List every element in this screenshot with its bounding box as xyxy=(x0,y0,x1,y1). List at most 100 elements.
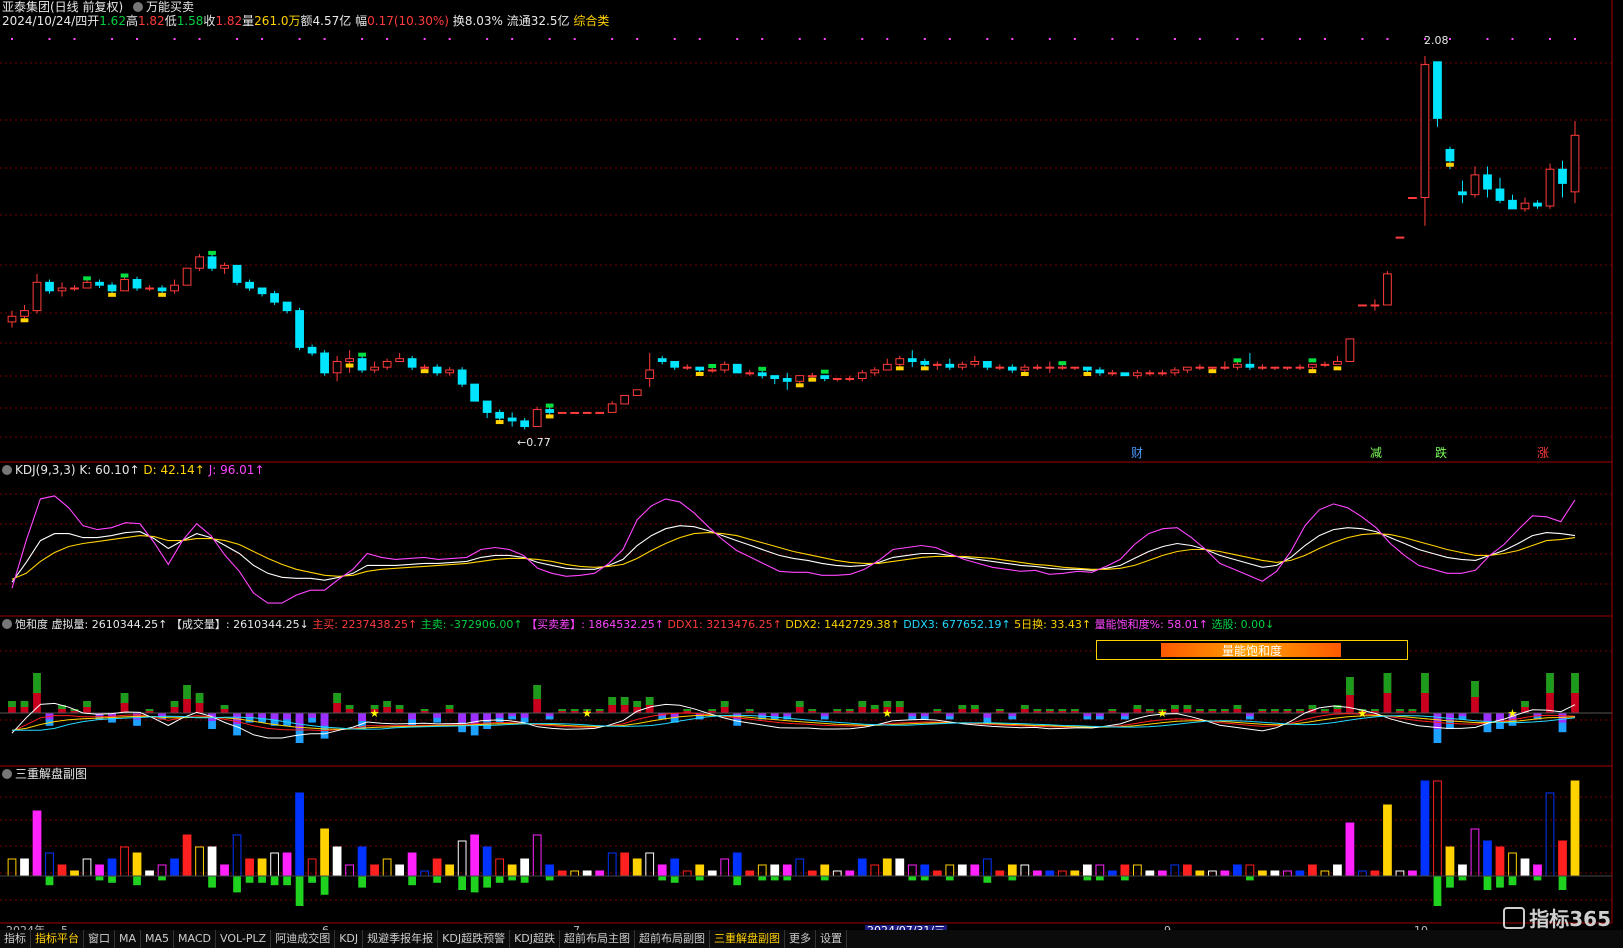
tab-window[interactable]: 窗口 xyxy=(84,930,115,948)
volume-value: 261.0万 xyxy=(254,14,301,28)
kdj-d-value: D: 42.14↑ xyxy=(143,463,205,477)
sat-bar-up-top xyxy=(1020,705,1029,709)
indicator-name[interactable]: 万能买卖 xyxy=(146,0,194,14)
candle-body xyxy=(1182,366,1192,371)
sat-bar-up-top xyxy=(33,673,41,693)
sat-bar-up-top xyxy=(1183,705,1192,709)
sat-bar-down-purple xyxy=(283,713,291,720)
candle-body xyxy=(520,420,530,428)
triple-bar-down xyxy=(820,876,829,881)
tab-indicator[interactable]: 指标 xyxy=(0,930,31,948)
tab-ma5[interactable]: MA5 xyxy=(141,930,175,948)
candle-body xyxy=(220,264,229,269)
triple-bar xyxy=(1570,780,1580,877)
tab-avoid-report[interactable]: 规避季报年报 xyxy=(363,930,439,948)
energy-gauge: 量能饱和度 xyxy=(1096,640,1408,660)
signal-chip-green xyxy=(83,276,91,281)
saturation-toggle-icon[interactable] xyxy=(2,619,12,629)
signal-chip-yellow xyxy=(1308,369,1317,374)
candle-body xyxy=(1545,168,1555,207)
triple-bar-down xyxy=(470,876,479,893)
triple-bar xyxy=(1320,870,1330,877)
tab-advance-main[interactable]: 超前布局主图 xyxy=(560,930,636,948)
triple-title: 三重解盘副图 xyxy=(15,767,88,781)
candle-body xyxy=(470,383,480,402)
triple-bar xyxy=(57,864,67,877)
sat-bar-up-top xyxy=(1221,709,1229,711)
top-dot-marker xyxy=(1173,38,1176,40)
triple-bar xyxy=(370,864,379,877)
tab-vol-plz[interactable]: VOL-PLZ xyxy=(216,930,272,948)
signal-chip-yellow xyxy=(808,377,817,382)
top-dot-marker xyxy=(1386,38,1389,40)
tab-kdj[interactable]: KDJ xyxy=(335,930,364,948)
candle-body xyxy=(57,287,67,292)
tab-more[interactable]: 更多 xyxy=(785,930,817,948)
triple-bar-down xyxy=(408,876,417,886)
top-dot-marker xyxy=(323,38,326,40)
triple-bar-down xyxy=(258,876,266,883)
top-dot-marker xyxy=(1111,38,1114,40)
tab-kdj-oversold[interactable]: KDJ超跌 xyxy=(510,930,561,948)
saturation-title-row: 饱和度 虚拟量: 2610344.25↑ 【成交量】: 2610344.25↓ … xyxy=(2,618,1274,632)
sat-bar-down-purple xyxy=(308,713,316,718)
candle-body xyxy=(1208,366,1217,369)
triple-bar-down xyxy=(545,876,554,881)
candle-body xyxy=(1508,199,1517,210)
tab-macd[interactable]: MACD xyxy=(174,930,217,948)
top-dot-marker xyxy=(823,38,826,40)
kdj-toggle-icon[interactable] xyxy=(2,465,12,475)
tab-advance-sub[interactable]: 超前布局副图 xyxy=(635,930,711,948)
triple-toggle-icon[interactable] xyxy=(2,769,12,779)
triple-bar xyxy=(382,858,392,877)
candle-body xyxy=(432,366,442,374)
triple-bar xyxy=(882,858,892,877)
candle-body xyxy=(20,310,29,317)
sat-bar-up-top xyxy=(1321,709,1329,711)
signal-chip-yellow xyxy=(920,366,929,371)
indicator-toggle-icon[interactable] xyxy=(133,2,144,12)
sat-bar-up-top xyxy=(1196,709,1204,711)
candle-body xyxy=(420,366,430,369)
tab-adi-volume[interactable]: 阿迪成交图 xyxy=(271,930,336,948)
top-dot-marker xyxy=(111,38,114,40)
triple-bar xyxy=(857,858,867,877)
signal-chip-green xyxy=(1233,358,1242,363)
tab-indicator-platform[interactable]: 指标平台 xyxy=(31,930,84,948)
triple-bar xyxy=(720,858,730,877)
sat-bar-up-top xyxy=(1145,709,1154,711)
amount-value: 4.57亿 xyxy=(312,14,352,28)
turnover-label: 换 xyxy=(452,14,465,28)
tab-triple-sub[interactable]: 三重解盘副图 xyxy=(710,930,786,948)
candle-body xyxy=(1157,372,1167,375)
triple-bar xyxy=(70,870,79,877)
triple-bar xyxy=(607,852,617,877)
candle-body xyxy=(932,363,942,366)
triple-bar xyxy=(1020,864,1030,877)
triple-bar xyxy=(395,864,405,877)
tab-settings[interactable]: 设置 xyxy=(816,930,848,948)
tab-kdj-warning[interactable]: KDJ超跌预警 xyxy=(438,930,511,948)
sat-bar-up-top xyxy=(1058,709,1067,711)
sat-bar-up-top xyxy=(808,709,817,711)
candle-body xyxy=(1495,188,1505,201)
sat-bar-up-top xyxy=(895,701,904,707)
triple-bar-down xyxy=(1083,876,1092,881)
candle-body xyxy=(607,403,617,413)
triple-bar xyxy=(1270,870,1280,877)
sat-bar-down-purple xyxy=(1446,713,1454,721)
main-sell: 主卖: -372906.00↑ xyxy=(420,618,523,631)
candle-body xyxy=(1458,191,1467,196)
triple-bar xyxy=(670,858,680,877)
sat-bar-up-top xyxy=(1271,709,1279,711)
candle-body xyxy=(270,293,279,303)
sat-bar-up-top xyxy=(195,693,204,703)
kdj-k-value: K: 60.10↑ xyxy=(79,463,140,477)
candle-body xyxy=(1270,366,1280,369)
energy-gauge-label: 量能饱和度 xyxy=(1221,644,1282,658)
tab-ma[interactable]: MA xyxy=(115,930,142,948)
sat-star-icon: ★ xyxy=(1357,707,1367,720)
sat-bar-up-top xyxy=(383,701,391,707)
candle-body xyxy=(682,366,692,369)
triple-bar xyxy=(1082,864,1092,877)
